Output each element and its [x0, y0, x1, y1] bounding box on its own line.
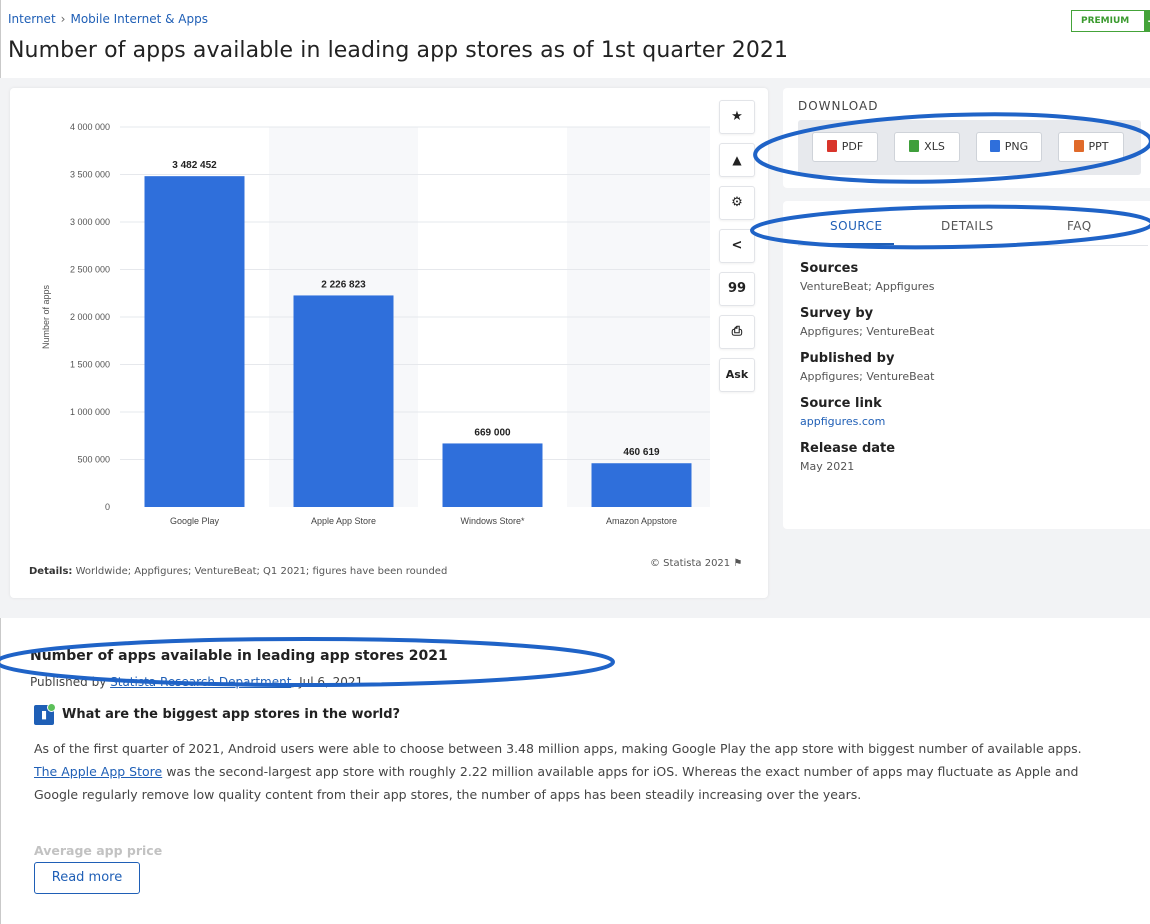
tab-faq[interactable]: FAQ [1067, 219, 1092, 233]
source-link-heading: Source link [800, 396, 882, 411]
published-prefix: Published by [30, 675, 111, 689]
print-icon[interactable]: ⎙ [719, 315, 755, 349]
download-pdf-button[interactable]: PDF [812, 132, 878, 162]
chart-card: 0 500 000 1 000 000 1 500 000 2 000 000 2 500… [10, 88, 768, 598]
download-buttons: PDF XLS PNG PPT [798, 120, 1141, 175]
premium-badge[interactable]: PREMIUM + [1071, 10, 1150, 32]
release-date-heading: Release date [800, 441, 896, 456]
xls-file-icon [909, 140, 920, 152]
bar-value-label: 3 482 452 [172, 160, 217, 171]
apple-app-store-link[interactable]: The Apple App Store [34, 764, 162, 779]
download-card: DOWNLOAD PDF XLS PNG PPT [783, 88, 1150, 188]
source-tabs: SOURCE DETAILS FAQ [798, 219, 1148, 246]
y-tick-label: 2 500 000 [70, 265, 110, 275]
bar-value-label: 669 000 [474, 427, 511, 438]
flag-icon: ⚑ [733, 558, 743, 569]
png-file-icon [989, 140, 1000, 152]
breadcrumb-mobile-internet-apps[interactable]: Mobile Internet & Apps [70, 12, 208, 26]
article-byline: Published by Statista Research Departmen… [30, 675, 363, 689]
read-more-button[interactable]: Read more [34, 862, 140, 894]
bar-chart: 0 500 000 1 000 000 1 500 000 2 000 000 2 500… [41, 122, 710, 526]
x-category-label: Windows Store* [460, 516, 525, 526]
published-value: Appfigures; VentureBeat [800, 370, 935, 383]
ask-button[interactable]: Ask [719, 358, 755, 392]
sources-value: VentureBeat; Appfigures [800, 280, 935, 293]
favorite-star-icon[interactable]: ★ [719, 100, 755, 134]
y-tick-label: 1 000 000 [70, 407, 110, 417]
paragraph-part-2: was the second-largest app store with ro… [34, 764, 1079, 802]
sources-heading: Sources [800, 261, 859, 276]
x-category-label: Google Play [170, 516, 220, 526]
premium-label: PREMIUM [1081, 16, 1130, 26]
download-xls-button[interactable]: XLS [894, 132, 960, 162]
y-tick-label: 0 [105, 502, 110, 512]
copyright-text: © Statista 2021 [650, 558, 731, 569]
download-png-button[interactable]: PNG [976, 132, 1042, 162]
tab-details[interactable]: DETAILS [941, 219, 994, 233]
details-text: Worldwide; Appfigures; VentureBeat; Q1 2… [72, 566, 448, 577]
survey-heading: Survey by [800, 306, 874, 321]
bar [144, 176, 245, 507]
x-category-label: Apple App Store [311, 516, 376, 526]
breadcrumb: Internet › Mobile Internet & Apps [8, 12, 208, 26]
pdf-label: PDF [841, 140, 864, 153]
settings-gear-icon[interactable]: ⚙ [719, 186, 755, 220]
bar [293, 295, 394, 507]
tab-source[interactable]: SOURCE [830, 219, 883, 233]
xls-label: XLS [924, 140, 945, 153]
article-title: Number of apps available in leading app … [30, 648, 448, 664]
breadcrumb-internet[interactable]: Internet [8, 12, 56, 26]
pdf-file-icon [826, 140, 837, 152]
y-tick-label: 3 000 000 [70, 217, 110, 227]
source-card: SOURCE DETAILS FAQ Sources VentureBeat; … [783, 201, 1150, 529]
download-ppt-button[interactable]: PPT [1058, 132, 1124, 162]
y-tick-label: 4 000 000 [70, 122, 110, 132]
bar-value-label: 460 619 [623, 447, 660, 458]
y-axis-label: Number of apps [41, 284, 51, 349]
download-title: DOWNLOAD [798, 99, 879, 113]
plus-icon: + [1144, 10, 1150, 32]
chart-toolbar: ★ ▲ ⚙ < 99 ⎙ Ask [719, 100, 755, 401]
breadcrumb-separator: › [60, 12, 66, 26]
active-tab-indicator [828, 243, 894, 245]
paragraph-part-1: As of the first quarter of 2021, Android… [34, 741, 1082, 756]
faded-subheading: Average app price [34, 843, 163, 858]
bar [442, 443, 543, 507]
statistic-icon: ▮ [34, 703, 56, 725]
ppt-label: PPT [1088, 140, 1109, 153]
source-link[interactable]: appfigures.com [800, 415, 1140, 428]
page-title: Number of apps available in leading app … [8, 38, 789, 63]
release-date-value: May 2021 [800, 460, 855, 473]
chart-details: Details: Worldwide; Appfigures; VentureB… [29, 566, 447, 577]
question-text: What are the biggest app stores in the w… [62, 707, 401, 722]
survey-value: Appfigures; VentureBeat [800, 325, 935, 338]
y-tick-label: 500 000 [77, 455, 110, 465]
x-category-label: Amazon Appstore [606, 516, 677, 526]
published-heading: Published by [800, 351, 895, 366]
source-details-list: Sources VentureBeat; Appfigures Survey b… [800, 261, 1140, 486]
author-link[interactable]: Statista Research Department [110, 675, 291, 689]
published-date: , Jul 6, 2021 [291, 675, 364, 689]
chart-copyright[interactable]: © Statista 2021 ⚑ [650, 558, 742, 569]
ppt-file-icon [1073, 140, 1084, 152]
notification-bell-icon[interactable]: ▲ [719, 143, 755, 177]
article-paragraph: As of the first quarter of 2021, Android… [34, 737, 1094, 806]
y-tick-label: 2 000 000 [70, 312, 110, 322]
bar [591, 463, 692, 507]
png-label: PNG [1004, 140, 1029, 153]
share-icon[interactable]: < [719, 229, 755, 263]
details-label: Details: [29, 566, 73, 577]
cite-quote-icon[interactable]: 99 [719, 272, 755, 306]
y-tick-label: 3 500 000 [70, 170, 110, 180]
bar-value-label: 2 226 823 [321, 279, 366, 290]
y-tick-label: 1 500 000 [70, 360, 110, 370]
